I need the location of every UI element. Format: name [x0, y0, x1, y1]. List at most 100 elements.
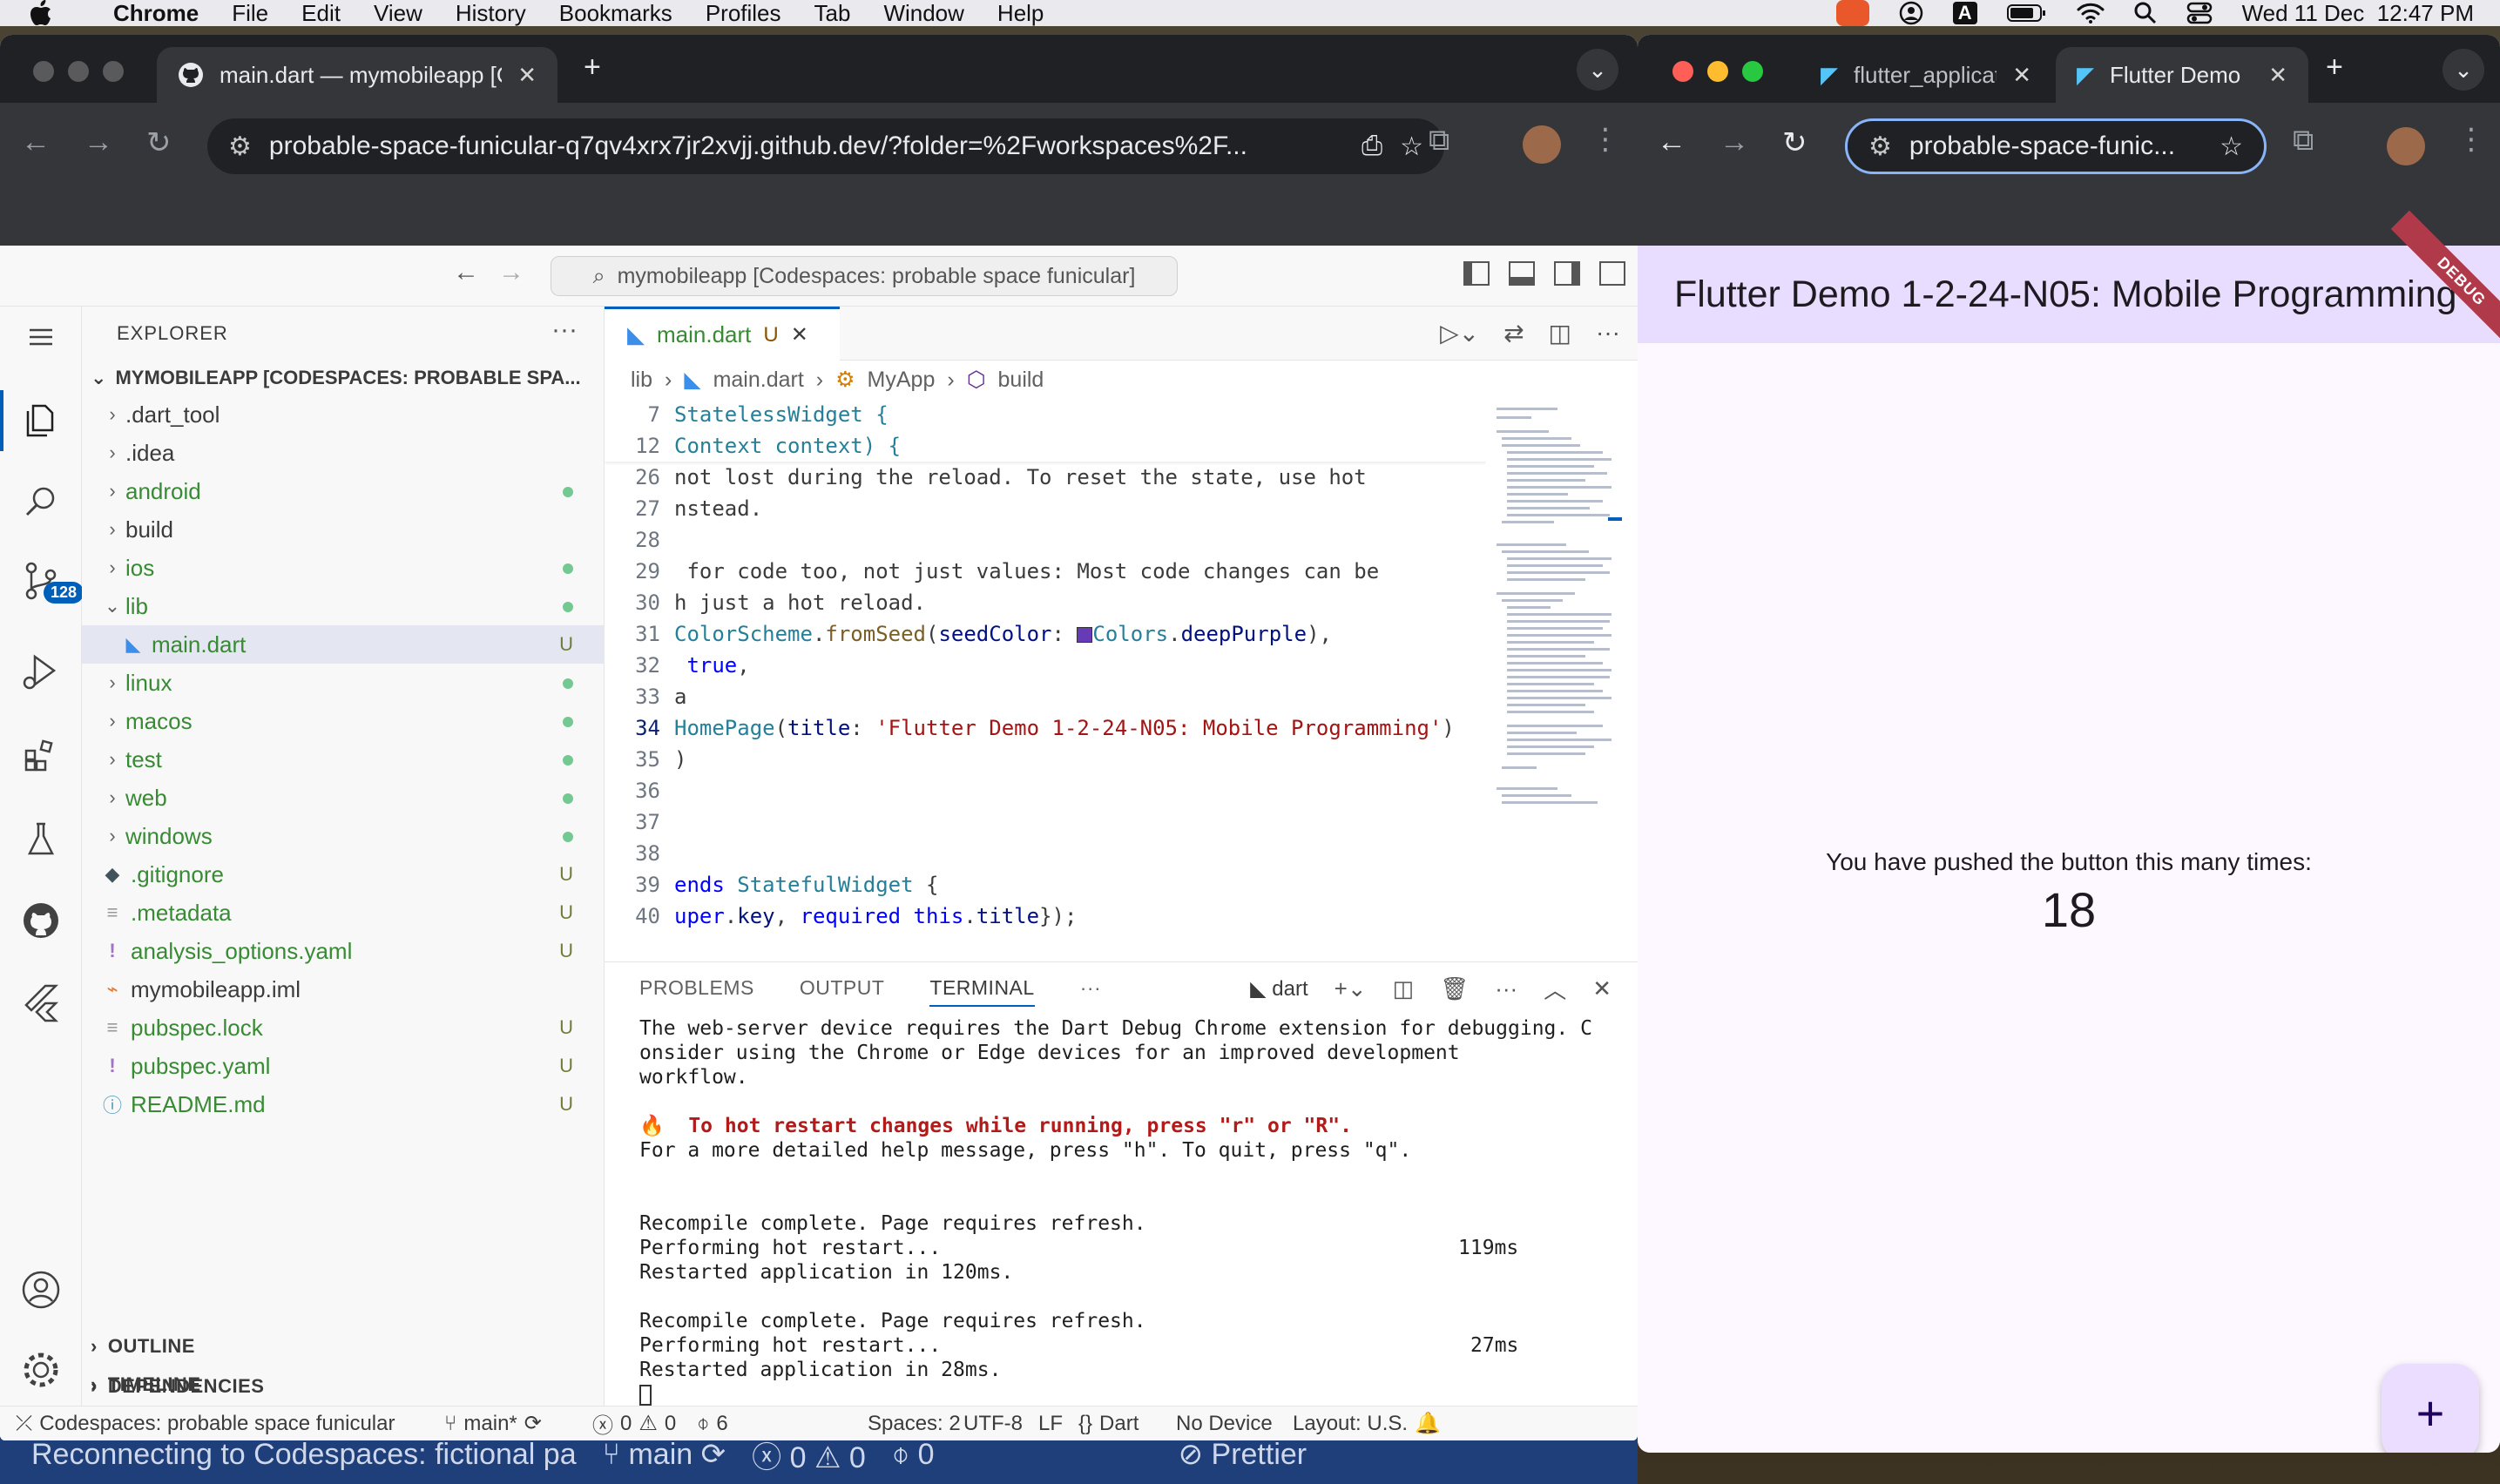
- nav-back-icon[interactable]: ←: [453, 258, 479, 287]
- chrome-menu-icon[interactable]: ⋮: [2456, 122, 2486, 157]
- menu-history[interactable]: History: [456, 0, 526, 27]
- branch-indicator[interactable]: ⑂ main* ⟳: [444, 1411, 592, 1436]
- terminal-dart-shell[interactable]: ◣ dart: [1250, 976, 1307, 1002]
- address-bar[interactable]: ⚙ probable-space-funicular-q7qv4xrx7jr2x…: [207, 118, 1444, 174]
- accounts-icon[interactable]: [19, 1268, 63, 1312]
- tab-flutter-application[interactable]: ◤ flutter_application ✕: [1800, 47, 2052, 103]
- minimize-window-button[interactable]: [1707, 61, 1728, 82]
- new-tab-button[interactable]: +: [2326, 51, 2343, 84]
- toggle-secondary-sidebar-icon[interactable]: [1554, 261, 1580, 286]
- back-arrow-icon[interactable]: ←: [21, 125, 51, 159]
- problems-indicator[interactable]: ⓧ 0 ⚠ 0: [592, 1408, 697, 1439]
- profile-avatar[interactable]: [1523, 125, 1561, 164]
- source-control-icon[interactable]: 128: [19, 559, 84, 604]
- breadcrumb-file[interactable]: main.dart: [713, 368, 804, 393]
- forward-arrow-icon[interactable]: →: [84, 125, 113, 159]
- keyboard-layout-indicator[interactable]: Layout: U.S.: [1293, 1412, 1415, 1436]
- tab-close-icon[interactable]: ✕: [2268, 62, 2287, 89]
- extensions-puzzle-icon[interactable]: ⧉: [2293, 124, 2314, 158]
- split-editor-icon[interactable]: ◫: [1549, 319, 1571, 347]
- close-icon[interactable]: ✕: [791, 322, 808, 347]
- chrome-menu-icon[interactable]: ⋮: [1591, 122, 1620, 157]
- tab-terminal[interactable]: TERMINAL: [929, 976, 1035, 1007]
- control-center-icon[interactable]: [2186, 2, 2213, 24]
- command-center[interactable]: ⌕ mymobileapp [Codespaces: probable spac…: [551, 256, 1178, 296]
- eol-indicator[interactable]: LF: [1038, 1412, 1078, 1436]
- language-indicator[interactable]: {} Dart: [1078, 1412, 1176, 1436]
- breadcrumb-class[interactable]: MyApp: [868, 368, 936, 393]
- open-changes-icon[interactable]: ⇄: [1503, 319, 1524, 347]
- breadcrumb-method[interactable]: build: [998, 368, 1044, 393]
- dependencies-section[interactable]: › DEPENDENCIES: [91, 1367, 264, 1406]
- manage-gear-icon[interactable]: [19, 1348, 63, 1392]
- tab-close-icon[interactable]: ✕: [517, 62, 537, 89]
- menu-app-name[interactable]: Chrome: [113, 0, 199, 27]
- tree-item-analysis-options[interactable]: ! analysis_options.yaml U: [82, 932, 605, 970]
- tree-item-readme[interactable]: ⓘ README.md U: [82, 1085, 605, 1123]
- tree-item-web[interactable]: › web: [82, 779, 605, 817]
- close-icon[interactable]: ✕: [1592, 975, 1611, 1002]
- tree-item-macos[interactable]: › macos: [82, 702, 605, 740]
- maximize-panel-icon[interactable]: ︿: [1544, 973, 1566, 1005]
- zoom-window-button[interactable]: [1742, 61, 1763, 82]
- reload-icon[interactable]: ↻: [146, 125, 172, 160]
- extensions-icon[interactable]: [19, 733, 63, 777]
- new-tab-button[interactable]: +: [584, 51, 601, 84]
- tree-item-gitignore[interactable]: ◆ .gitignore U: [82, 855, 605, 894]
- tree-item-main-dart[interactable]: ◣ main.dart U: [82, 625, 605, 664]
- outline-section[interactable]: › OUTLINE: [91, 1327, 195, 1366]
- site-settings-icon[interactable]: ⚙: [228, 132, 252, 162]
- menu-help[interactable]: Help: [997, 0, 1044, 27]
- tree-item-metadata[interactable]: ≡ .metadata U: [82, 894, 605, 932]
- zoom-window-button[interactable]: [103, 61, 124, 82]
- more-actions-icon[interactable]: ···: [1495, 975, 1517, 1002]
- flutter-icon[interactable]: [19, 981, 63, 1024]
- status-app-icon[interactable]: [1835, 0, 1869, 26]
- minimap[interactable]: [1491, 404, 1622, 840]
- tab-problems[interactable]: PROBLEMS: [639, 976, 754, 1000]
- nav-forward-icon[interactable]: →: [498, 258, 524, 287]
- new-terminal-icon[interactable]: +⌄: [1334, 975, 1367, 1002]
- more-actions-icon[interactable]: ···: [1596, 319, 1620, 347]
- back-arrow-icon[interactable]: ←: [1657, 125, 1686, 159]
- customize-layout-icon[interactable]: [1599, 261, 1625, 286]
- spotlight-search-icon[interactable]: [2134, 2, 2157, 24]
- bookmark-star-icon[interactable]: ☆: [1400, 132, 1423, 162]
- sticky-scroll-line[interactable]: 12 Context context) {: [605, 430, 1486, 462]
- battery-icon[interactable]: [2006, 3, 2047, 23]
- bookmark-star-icon[interactable]: ☆: [2220, 132, 2243, 162]
- minimize-window-button[interactable]: [68, 61, 89, 82]
- close-window-button[interactable]: [33, 61, 54, 82]
- install-app-icon[interactable]: ⎙: [1361, 132, 1382, 161]
- tree-item-build[interactable]: › build: [82, 510, 605, 549]
- more-icon[interactable]: ···: [1080, 976, 1101, 1000]
- trash-icon[interactable]: 🗑: [1440, 975, 1469, 1002]
- tree-item-test[interactable]: › test: [82, 740, 605, 779]
- indentation-indicator[interactable]: Spaces: 2: [868, 1412, 963, 1436]
- testing-flask-icon[interactable]: [19, 817, 63, 860]
- user-icon[interactable]: [1899, 1, 1923, 25]
- menu-file[interactable]: File: [232, 0, 268, 27]
- site-settings-icon[interactable]: ⚙: [1868, 132, 1892, 162]
- toggle-primary-sidebar-icon[interactable]: [1463, 261, 1490, 286]
- toggle-panel-icon[interactable]: [1509, 261, 1535, 286]
- tab-search-chevron-icon[interactable]: ⌄: [2443, 49, 2484, 91]
- explorer-files-icon[interactable]: [0, 390, 63, 451]
- apple-icon[interactable]: [30, 0, 63, 26]
- split-terminal-icon[interactable]: ◫: [1393, 975, 1415, 1002]
- increment-fab-button[interactable]: +: [2382, 1364, 2479, 1453]
- device-indicator[interactable]: No Device: [1176, 1412, 1293, 1436]
- tab-main-dart[interactable]: main.dart — mymobileapp [Codespaces ✕: [157, 47, 557, 103]
- remote-indicator[interactable]: ⤫ Codespaces: probable space funicular: [0, 1412, 444, 1436]
- tree-item-linux[interactable]: › linux: [82, 664, 605, 702]
- close-window-button[interactable]: [1672, 61, 1693, 82]
- code-editor[interactable]: 25t the counter didn't reset back to zer…: [605, 399, 1486, 961]
- tab-output[interactable]: OUTPUT: [800, 976, 885, 1000]
- search-icon[interactable]: [19, 481, 63, 524]
- menu-edit[interactable]: Edit: [301, 0, 341, 27]
- tab-flutter-demo[interactable]: ◤ Flutter Demo ✕: [2056, 47, 2308, 103]
- sticky-scroll-line[interactable]: 7 StatelessWidget {: [605, 399, 1486, 430]
- tree-item-dart-tool[interactable]: › .dart_tool: [82, 395, 605, 434]
- tree-item-lib[interactable]: ⌄ lib: [82, 587, 605, 625]
- explorer-more-actions-icon[interactable]: ···: [551, 315, 578, 345]
